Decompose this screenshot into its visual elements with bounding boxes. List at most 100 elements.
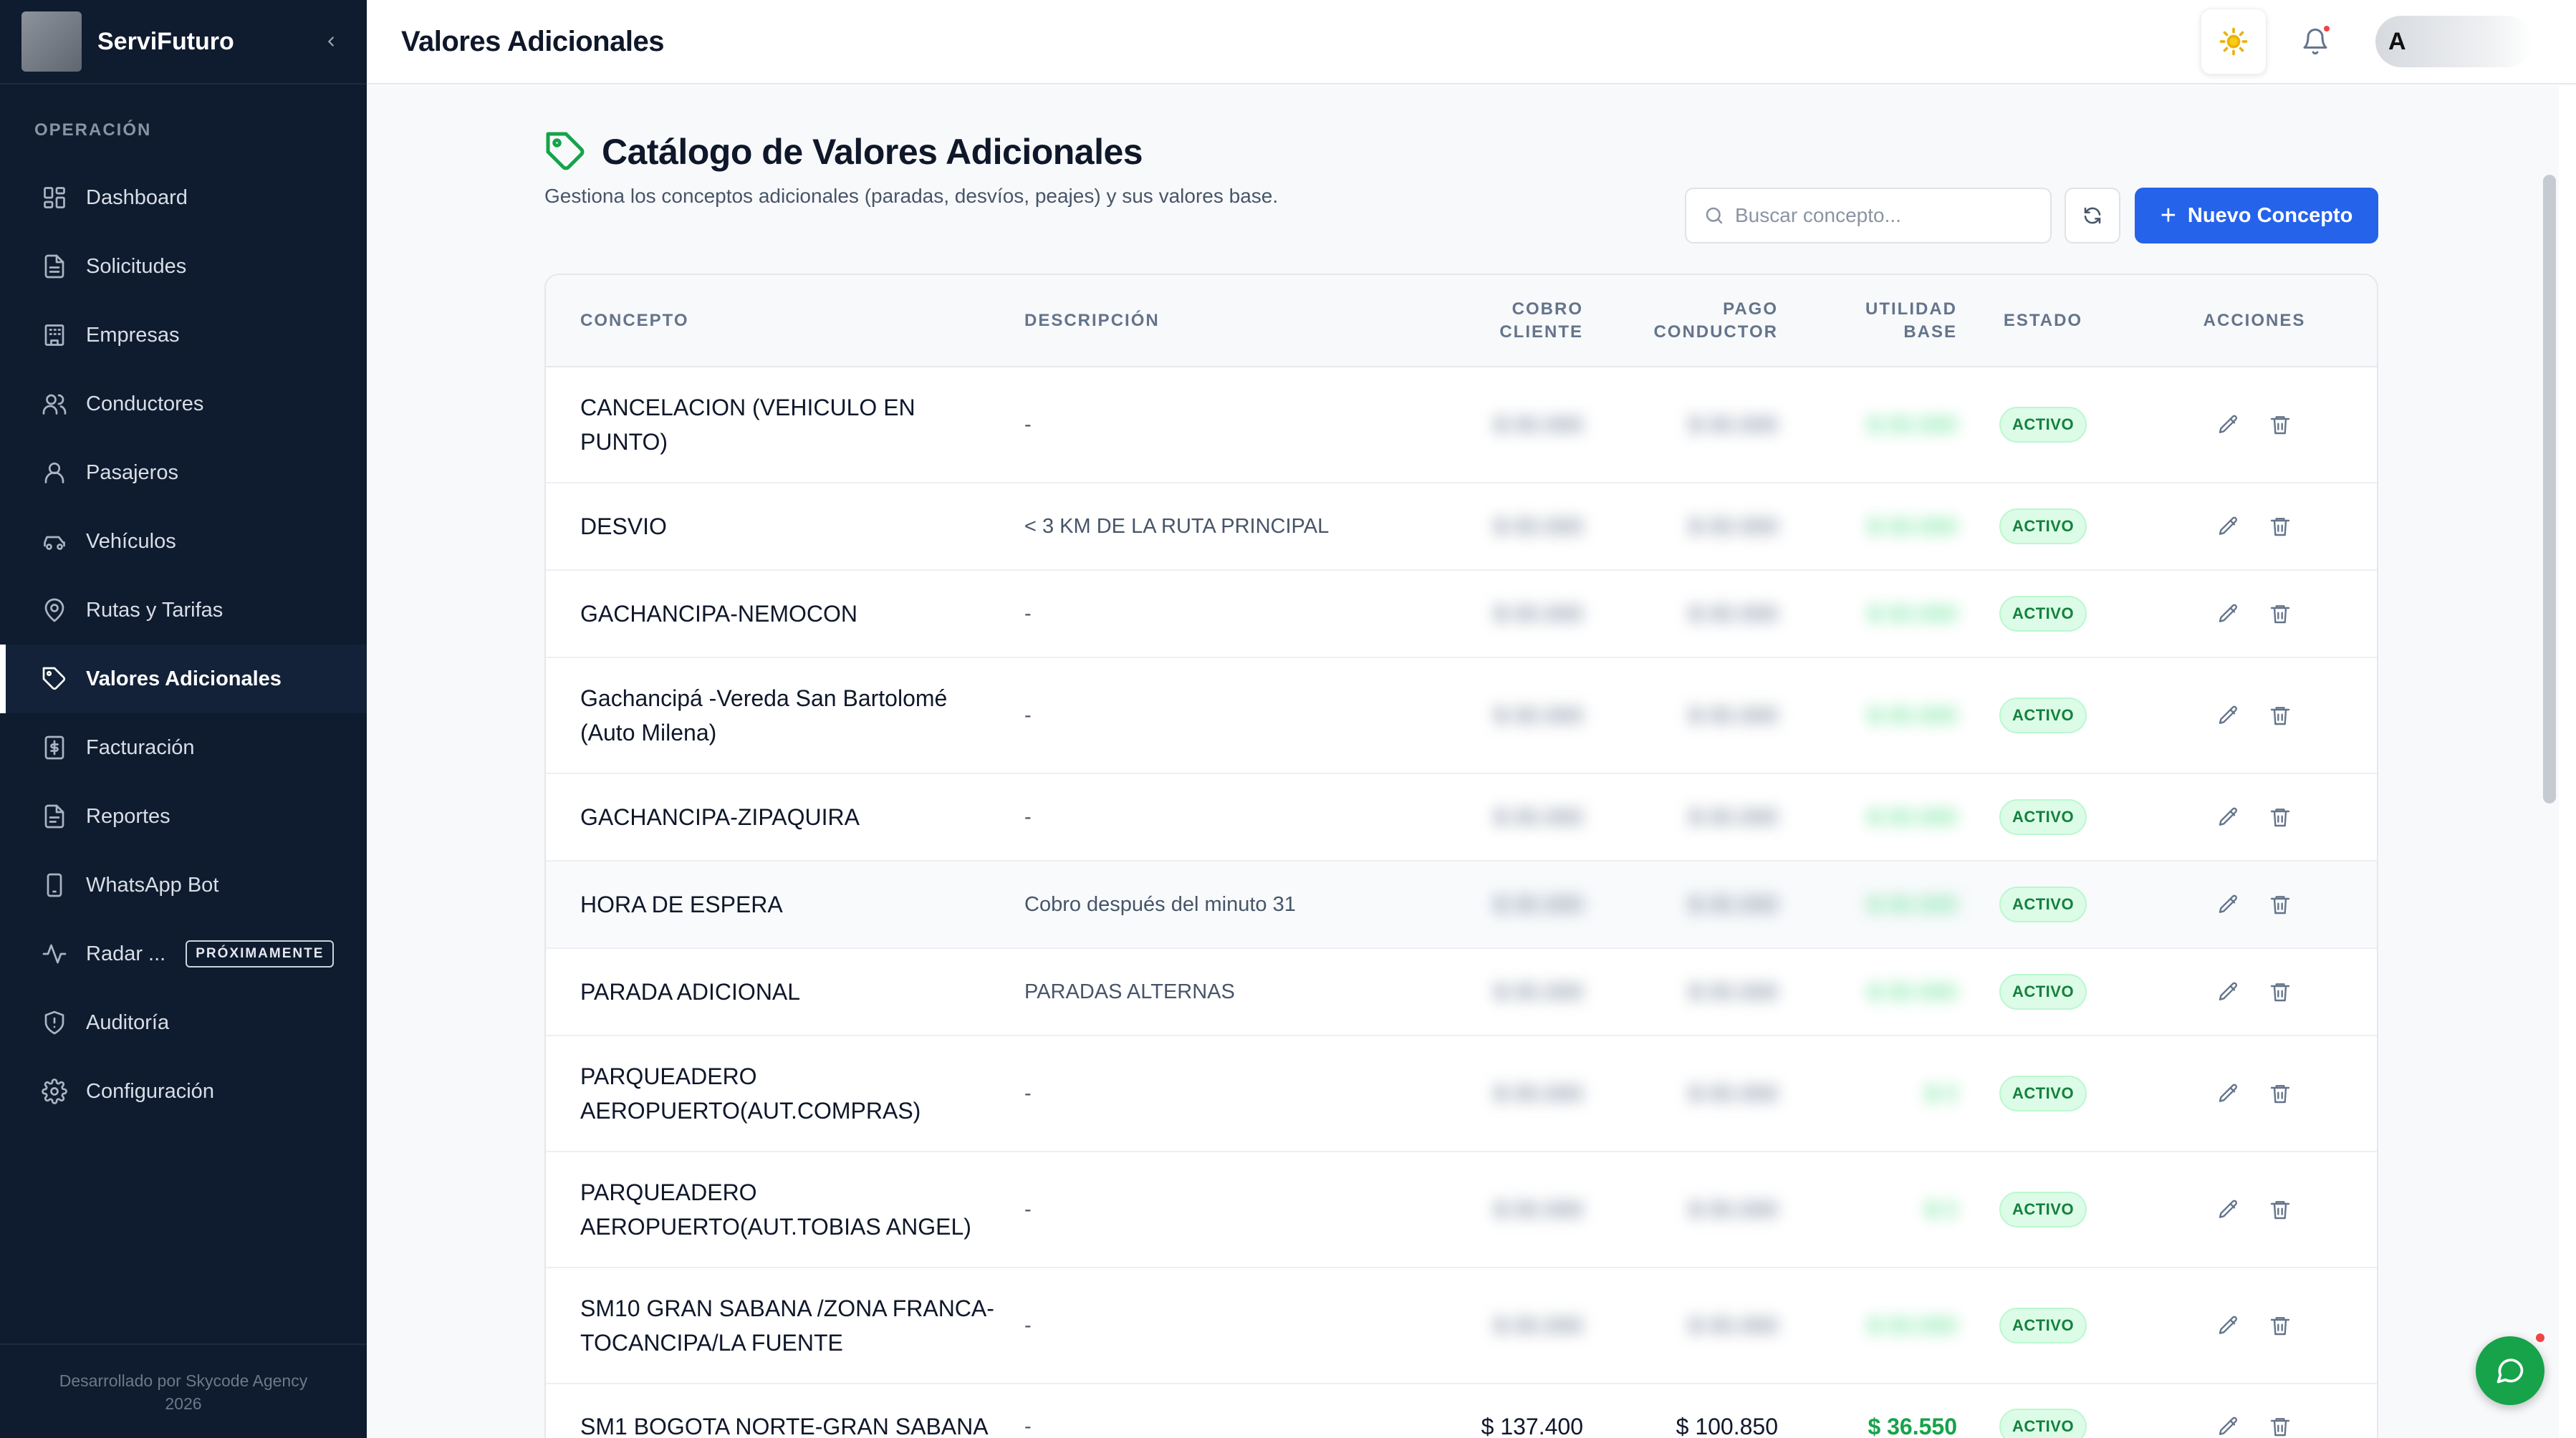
new-concept-button[interactable]: + Nuevo Concepto: [2135, 188, 2378, 243]
delete-button[interactable]: [2267, 1413, 2294, 1438]
sidebar-item-conductores[interactable]: Conductores: [0, 370, 367, 438]
cobro-value: $ 00.000: [1494, 1080, 1583, 1106]
edit-icon: [2219, 1200, 2238, 1218]
cell-utilidad-base: $ 00.000: [1778, 367, 1957, 483]
delete-button[interactable]: [2267, 1196, 2294, 1223]
delete-button[interactable]: [2267, 1312, 2294, 1339]
delete-button[interactable]: [2267, 513, 2294, 540]
edit-button[interactable]: [2215, 702, 2242, 729]
header-cobro-cliente: COBRO CLIENTE: [1426, 275, 1583, 367]
sidebar-item-valores-adicionales[interactable]: Valores Adicionales: [0, 645, 367, 713]
sidebar-item-configuracion[interactable]: Configuración: [0, 1057, 367, 1126]
new-concept-label: Nuevo Concepto: [2187, 203, 2353, 227]
user-icon: [44, 462, 64, 483]
edit-icon: [2219, 516, 2238, 535]
search-input[interactable]: [1735, 204, 2036, 227]
cobro-value: $ 00.000: [1494, 804, 1583, 830]
cell-concepto: SM1 BOGOTA NORTE-GRAN SABANA: [546, 1384, 1024, 1438]
sidebar-item-label: Conductores: [86, 392, 204, 415]
cell-descripcion: < 3 KM DE LA RUTA PRINCIPAL: [1024, 483, 1426, 571]
vertical-scrollbar[interactable]: [2543, 175, 2556, 804]
chat-notification-dot: [2536, 1333, 2544, 1342]
edit-button[interactable]: [2215, 600, 2242, 627]
trash-icon: [2270, 1201, 2290, 1220]
shield-icon-wrap: [39, 1007, 70, 1038]
cobro-value: $ 00.000: [1494, 978, 1583, 1005]
sidebar-item-whatsapp-bot[interactable]: WhatsApp Bot: [0, 851, 367, 920]
cell-utilidad-base: $ 00.000: [1778, 861, 1957, 949]
edit-button[interactable]: [2215, 891, 2242, 918]
cobro-value: $ 00.000: [1494, 600, 1583, 627]
cell-descripcion: -: [1024, 367, 1426, 483]
cell-cobro-cliente: $ 00.000: [1426, 570, 1583, 658]
topbar-actions: A: [2201, 9, 2533, 74]
cell-acciones: [2129, 1036, 2377, 1152]
sidebar-item-dashboard[interactable]: Dashboard: [0, 163, 367, 232]
delete-button[interactable]: [2267, 600, 2294, 627]
cell-estado: ACTIVO: [1957, 861, 2129, 949]
collapse-sidebar-button[interactable]: [317, 27, 345, 56]
status-badge: ACTIVO: [1999, 799, 2087, 835]
cell-descripcion: Cobro después del minuto 31: [1024, 861, 1426, 949]
utilidad-value: $ 36.550: [1868, 1413, 1957, 1438]
table-row: SM1 BOGOTA NORTE-GRAN SABANA - $ 137.400 $ …: [546, 1384, 2377, 1438]
edit-button[interactable]: [2215, 804, 2242, 831]
edit-button[interactable]: [2215, 1196, 2242, 1223]
report-icon: [44, 804, 64, 829]
cobro-value: $ 00.000: [1494, 1312, 1583, 1338]
edit-button[interactable]: [2215, 978, 2242, 1005]
header-acciones: ACCIONES: [2129, 275, 2377, 367]
cell-concepto: PARQUEADERO AEROPUERTO(AUT.TOBIAS ANGEL): [546, 1152, 1024, 1268]
edit-icon: [2219, 1084, 2238, 1102]
car-icon: [44, 536, 65, 550]
edit-icon: [2219, 415, 2238, 433]
sidebar: ServiFuturo OPERACIÓN Dashboard Solicitud…: [0, 0, 367, 1438]
sidebar-item-label: Empresas: [86, 323, 180, 347]
sidebar-item-reportes[interactable]: Reportes: [0, 782, 367, 851]
edit-button[interactable]: [2215, 1312, 2242, 1339]
cell-concepto: PARQUEADERO AEROPUERTO(AUT.COMPRAS): [546, 1036, 1024, 1152]
cell-cobro-cliente: $ 00.000: [1426, 483, 1583, 571]
sidebar-item-label: Reportes: [86, 804, 170, 828]
table-row: CANCELACION (VEHICULO EN PUNTO) - $ 00.000…: [546, 367, 2377, 483]
sidebar-item-auditoria[interactable]: Auditoría: [0, 988, 367, 1057]
delete-button[interactable]: [2267, 891, 2294, 918]
sidebar-item-empresas[interactable]: Empresas: [0, 301, 367, 370]
theme-toggle-button[interactable]: [2201, 9, 2267, 74]
sidebar-item-solicitudes[interactable]: Solicitudes: [0, 232, 367, 301]
chevron-left-icon: [328, 37, 334, 47]
cobro-value: $ 00.000: [1494, 1196, 1583, 1222]
document-icon: [44, 254, 64, 279]
cell-concepto: CANCELACION (VEHICULO EN PUNTO): [546, 367, 1024, 483]
edit-button[interactable]: [2215, 1413, 2242, 1438]
chat-support-button[interactable]: [2476, 1336, 2544, 1405]
user-avatar[interactable]: A: [2375, 16, 2533, 67]
sidebar-item-radar[interactable]: Radar ... PRÓXIMAMENTE: [0, 920, 367, 988]
header-descripcion: DESCRIPCIÓN: [1024, 275, 1426, 367]
edit-button[interactable]: [2215, 513, 2242, 540]
delete-button[interactable]: [2267, 702, 2294, 729]
pago-value: $ 00.000: [1688, 1080, 1778, 1106]
cell-pago-conductor: $ 00.000: [1583, 861, 1778, 949]
cell-acciones: [2129, 773, 2377, 862]
sidebar-item-vehiculos[interactable]: Vehículos: [0, 507, 367, 576]
refresh-button[interactable]: [2065, 188, 2120, 243]
sidebar-item-label: Valores Adicionales: [86, 667, 282, 690]
notifications-button[interactable]: [2282, 9, 2348, 74]
edit-button[interactable]: [2215, 1080, 2242, 1107]
users-icon-wrap: [39, 388, 70, 420]
sidebar-item-rutas-y-tarifas[interactable]: Rutas y Tarifas: [0, 576, 367, 645]
edit-button[interactable]: [2215, 411, 2242, 438]
delete-button[interactable]: [2267, 978, 2294, 1005]
status-badge: ACTIVO: [1999, 698, 2087, 733]
delete-button[interactable]: [2267, 804, 2294, 831]
sidebar-item-label: Solicitudes: [86, 254, 187, 278]
cell-utilidad-base: $ 00.000: [1778, 773, 1957, 862]
delete-button[interactable]: [2267, 411, 2294, 438]
sidebar-item-pasajeros[interactable]: Pasajeros: [0, 438, 367, 507]
table-row: DESVIO < 3 KM DE LA RUTA PRINCIPAL $ 00.00…: [546, 483, 2377, 571]
main-content: Catálogo de Valores Adicionales Gestiona…: [367, 86, 2559, 1438]
delete-button[interactable]: [2267, 1080, 2294, 1107]
sidebar-item-facturacion[interactable]: Facturación: [0, 713, 367, 782]
cell-pago-conductor: $ 00.000: [1583, 1036, 1778, 1152]
